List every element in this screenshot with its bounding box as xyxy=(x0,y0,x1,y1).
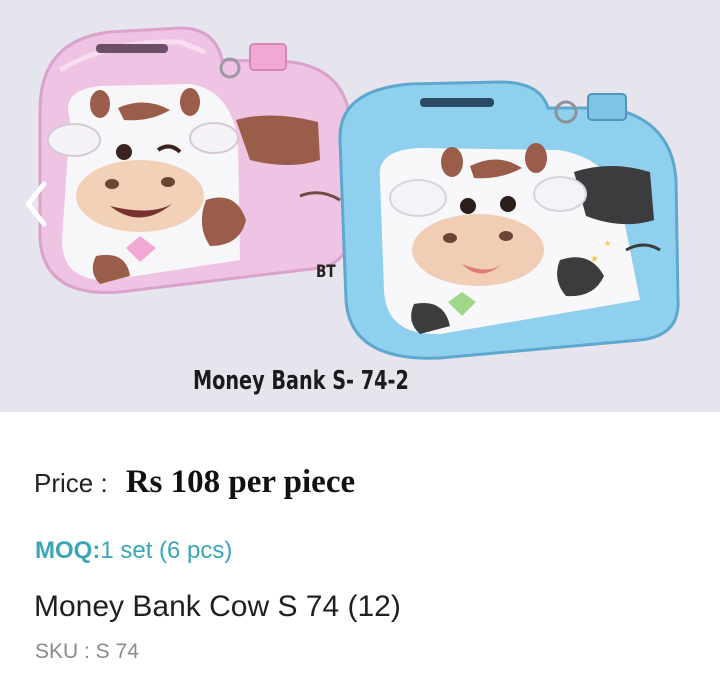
svg-text:★: ★ xyxy=(604,239,611,248)
price-row: Price : Rs 108 per piece xyxy=(34,464,355,501)
moq-label: MOQ: xyxy=(35,537,101,564)
svg-text:★: ★ xyxy=(590,254,599,265)
moq-row: MOQ:1 set (6 pcs) xyxy=(35,537,232,565)
product-sku: SKU : S 74 xyxy=(35,640,139,663)
photo-badge-text: BT xyxy=(316,262,336,282)
previous-image-button[interactable] xyxy=(22,180,62,240)
chevron-left-icon xyxy=(25,181,47,227)
product-photo-illustration: ★ ★ xyxy=(38,26,680,360)
price-label: Price : xyxy=(34,468,108,498)
photo-caption: Money Bank S- 74-2 xyxy=(193,366,409,396)
moq-value: 1 set (6 pcs) xyxy=(100,537,233,564)
pink-cow-bank xyxy=(38,26,354,295)
blue-cow-bank: ★ ★ xyxy=(338,80,680,360)
price-value: Rs 108 per piece xyxy=(125,464,356,500)
product-image[interactable]: ★ ★ BT Money Bank S- 74-2 xyxy=(0,0,720,412)
product-title: Money Bank Cow S 74 (12) xyxy=(34,590,401,623)
